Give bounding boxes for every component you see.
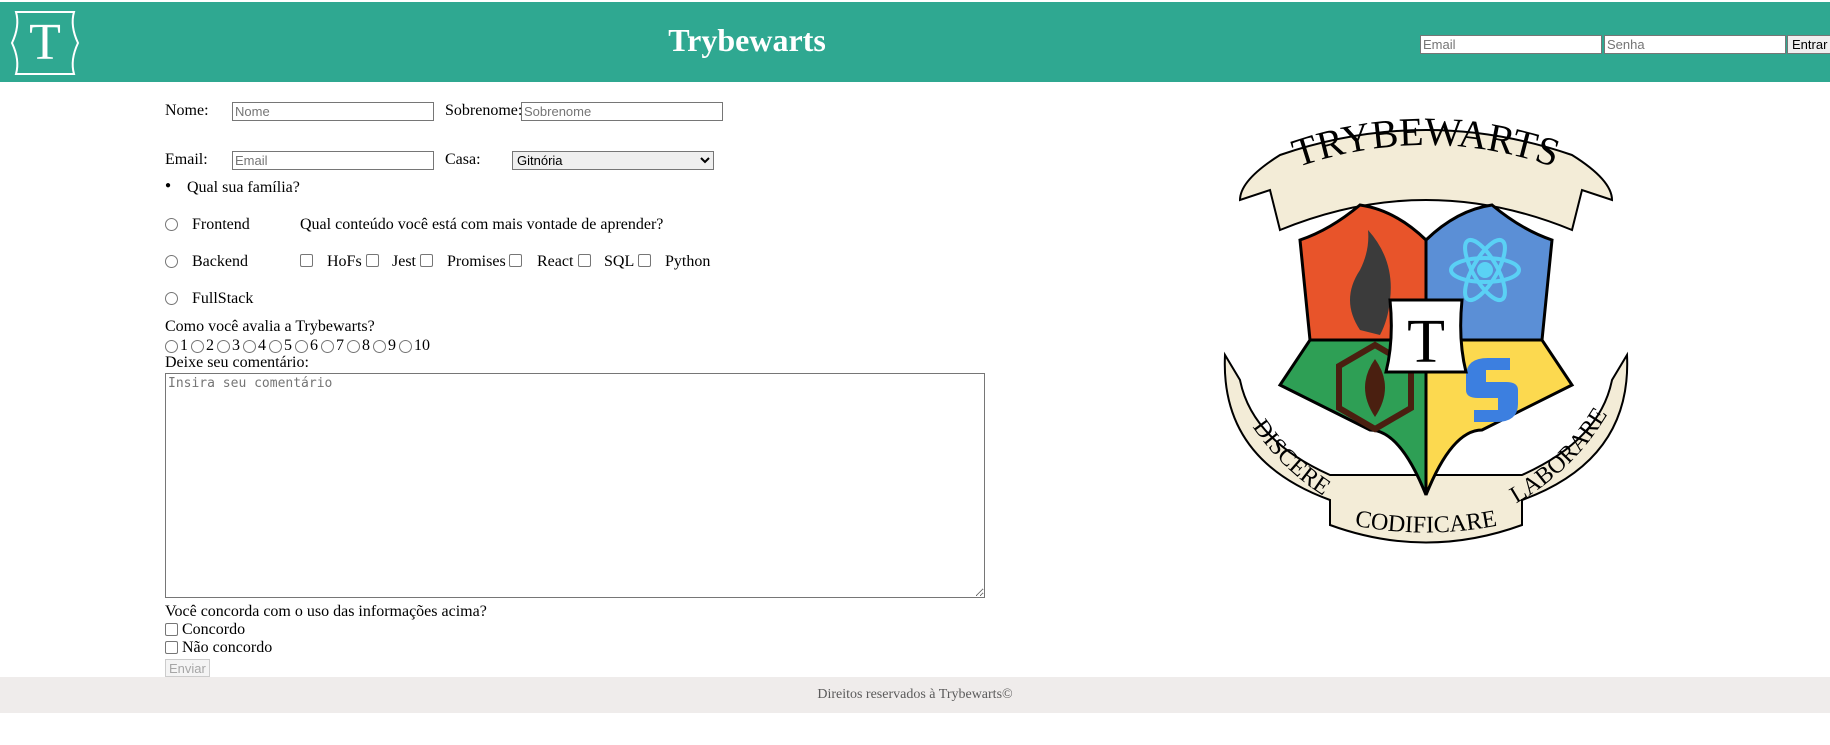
agreement-question: Você concorda com o uso das informações … xyxy=(165,603,487,620)
lastname-input[interactable] xyxy=(521,102,723,121)
rating-label-3: 3 xyxy=(232,337,240,354)
content-label-jest: Jest xyxy=(392,253,416,270)
header: T Trybewarts Entrar xyxy=(0,2,1830,82)
rating-radio-9[interactable] xyxy=(373,339,386,353)
rating-radio-2[interactable] xyxy=(191,339,204,353)
rating-group: 1 2 3 4 5 6 7 8 9 10 xyxy=(165,337,433,355)
rating-radio-8[interactable] xyxy=(347,339,360,353)
rating-radio-10[interactable] xyxy=(399,339,412,353)
content-checkbox-sql[interactable] xyxy=(578,254,591,267)
house-select[interactable]: Gitnória xyxy=(512,151,714,170)
family-radio-frontend[interactable] xyxy=(165,218,178,231)
email-input[interactable] xyxy=(232,151,434,170)
rating-label-1: 1 xyxy=(180,337,188,354)
rating-label-8: 8 xyxy=(362,337,370,354)
footer-text: Direitos reservados à Trybewarts© xyxy=(817,687,1013,702)
login-email-input[interactable] xyxy=(1420,35,1602,54)
content-label-sql: SQL xyxy=(604,253,635,270)
content-checkbox-hofs[interactable] xyxy=(300,254,313,267)
content-question: Qual conteúdo você está com mais vontade… xyxy=(300,216,664,233)
family-label-backend: Backend xyxy=(192,253,248,270)
login-button[interactable]: Entrar xyxy=(1787,35,1830,54)
comment-label: Deixe seu comentário: xyxy=(165,354,309,371)
rating-label-6: 6 xyxy=(310,337,318,354)
rating-label-9: 9 xyxy=(388,337,396,354)
content-label-python: Python xyxy=(665,253,711,270)
rating-label-10: 10 xyxy=(414,337,430,354)
lastname-label: Sobrenome: xyxy=(445,102,523,119)
rating-question: Como você avalia a Trybewarts? xyxy=(165,318,375,335)
content-label-promises: Promises xyxy=(447,253,506,270)
family-label-fullstack: FullStack xyxy=(192,290,254,307)
content-label-react: React xyxy=(537,253,574,270)
rating-radio-7[interactable] xyxy=(321,339,334,353)
content-checkbox-python[interactable] xyxy=(638,254,651,267)
login-password-input[interactable] xyxy=(1604,35,1786,54)
disagree-checkbox[interactable] xyxy=(165,641,178,654)
rating-label-5: 5 xyxy=(284,337,292,354)
agree-label: Concordo xyxy=(182,621,246,638)
rating-radio-3[interactable] xyxy=(217,339,230,353)
family-question: Qual sua família? xyxy=(187,179,300,196)
trybewarts-crest-image: TRYBEWARTS DISCERE CODIFICARE LABORARE T xyxy=(1223,109,1629,544)
rating-label-4: 4 xyxy=(258,337,266,354)
name-label: Nome: xyxy=(165,102,209,119)
content-checkbox-react[interactable] xyxy=(509,254,522,267)
family-radio-fullstack[interactable] xyxy=(165,292,178,305)
page-title: Trybewarts xyxy=(668,22,826,58)
rating-label-2: 2 xyxy=(206,337,214,354)
bullet: ● xyxy=(165,180,172,191)
family-radio-backend[interactable] xyxy=(165,255,178,268)
rating-radio-4[interactable] xyxy=(243,339,256,353)
login-form: Entrar xyxy=(1420,35,1830,54)
content-checkbox-promises[interactable] xyxy=(420,254,433,267)
family-label-frontend: Frontend xyxy=(192,216,250,233)
rating-radio-1[interactable] xyxy=(165,339,178,353)
agree-checkbox[interactable] xyxy=(165,623,178,636)
crest-center-letter: T xyxy=(1407,308,1445,376)
content-label-hofs: HoFs xyxy=(327,253,362,270)
comment-textarea[interactable] xyxy=(165,373,985,598)
house-label: Casa: xyxy=(445,151,481,168)
rating-radio-5[interactable] xyxy=(269,339,282,353)
content-checkbox-jest[interactable] xyxy=(366,254,379,267)
crest-motto-right: LABORARE xyxy=(1506,403,1613,508)
footer: Direitos reservados à Trybewarts© xyxy=(0,677,1830,713)
email-label: Email: xyxy=(165,151,208,168)
submit-button[interactable]: Enviar xyxy=(165,659,210,677)
disagree-label: Não concordo xyxy=(182,639,273,656)
name-input[interactable] xyxy=(232,102,434,121)
rating-radio-6[interactable] xyxy=(295,339,308,353)
rating-label-7: 7 xyxy=(336,337,344,354)
